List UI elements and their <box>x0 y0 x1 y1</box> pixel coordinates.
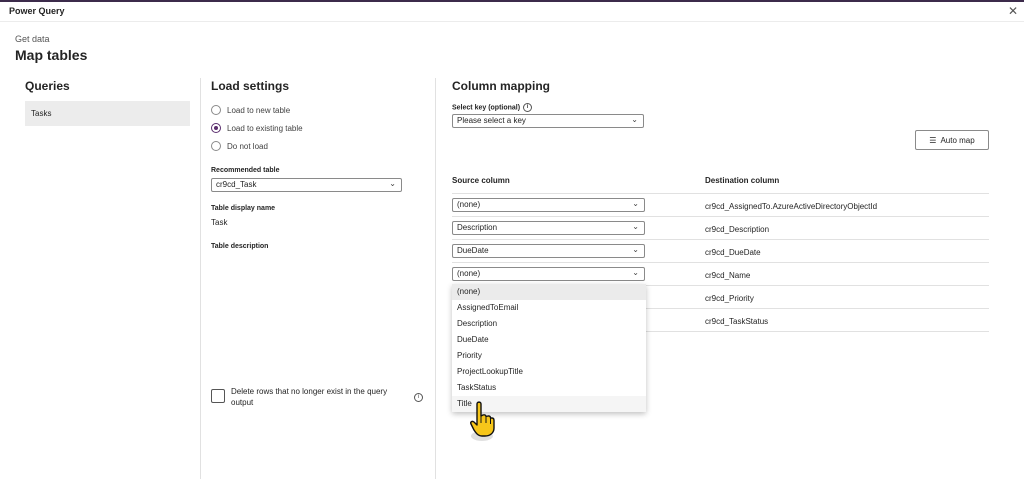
destination-column: cr9cd_TaskStatus <box>705 317 769 326</box>
chevron-down-icon: ⌄ <box>632 268 639 277</box>
delete-rows-label: Delete rows that no longer exist in the … <box>231 387 388 407</box>
destination-column: cr9cd_AssignedTo.AzureActiveDirectoryObj… <box>705 202 878 211</box>
app-title: Power Query <box>9 6 65 16</box>
source-select[interactable]: (none) ⌄ <box>452 198 645 212</box>
divider <box>200 78 201 479</box>
radio-label: Load to new table <box>227 105 291 115</box>
select-key-dropdown[interactable]: Please select a key ⌄ <box>452 114 644 128</box>
dropdown-option[interactable]: Priority <box>452 348 646 364</box>
radio-circle-selected[interactable] <box>211 123 221 133</box>
radio-circle[interactable] <box>211 141 221 151</box>
radio-load-existing[interactable]: Load to existing table <box>211 123 303 133</box>
chevron-down-icon: ⌄ <box>631 115 638 124</box>
destination-column: cr9cd_DueDate <box>705 248 761 257</box>
info-icon[interactable]: i <box>414 393 423 402</box>
row-divider <box>452 193 989 194</box>
info-icon[interactable]: i <box>523 103 533 112</box>
close-icon[interactable]: ✕ <box>1008 4 1018 18</box>
breadcrumb: Get data <box>15 34 50 44</box>
column-mapping-heading: Column mapping <box>452 79 550 93</box>
dropdown-option[interactable]: Description <box>452 316 646 332</box>
radio-label: Do not load <box>227 141 268 151</box>
select-value: cr9cd_Task <box>216 180 257 189</box>
query-item-tasks[interactable]: Tasks <box>25 101 190 126</box>
destination-column: cr9cd_Name <box>705 271 751 280</box>
dropdown-option[interactable]: TaskStatus <box>452 380 646 396</box>
queries-heading: Queries <box>25 79 70 93</box>
select-placeholder: Please select a key <box>457 116 526 125</box>
radio-label: Load to existing table <box>227 123 303 133</box>
recommended-table-select[interactable]: cr9cd_Task ⌄ <box>211 178 402 192</box>
hand-pointer-icon <box>470 401 495 441</box>
display-name-value: Task <box>211 218 228 227</box>
row-divider <box>452 216 989 217</box>
radio-circle[interactable] <box>211 105 221 115</box>
radio-load-new[interactable]: Load to new table <box>211 105 290 115</box>
source-select-value: Description <box>457 223 498 232</box>
auto-map-label: Auto map <box>940 135 975 145</box>
chevron-down-icon: ⌄ <box>632 245 639 254</box>
destination-column: cr9cd_Description <box>705 225 770 234</box>
list-icon: ☰ <box>929 135 937 145</box>
destination-column-header: Destination column <box>705 176 780 185</box>
dropdown-option[interactable]: ProjectLookupTitle <box>452 364 646 380</box>
destination-column: cr9cd_Priority <box>705 294 754 303</box>
row-divider <box>452 262 989 263</box>
source-select[interactable]: DueDate ⌄ <box>452 244 645 258</box>
display-name-label: Table display name <box>211 205 276 212</box>
source-select[interactable]: Description ⌄ <box>452 221 645 235</box>
source-select-value: (none) <box>457 200 481 209</box>
load-settings-heading: Load settings <box>211 79 290 93</box>
source-dropdown-list: (none) AssignedToEmail Description DueDa… <box>452 284 646 412</box>
chevron-down-icon: ⌄ <box>632 222 639 231</box>
dropdown-option[interactable]: AssignedToEmail <box>452 300 646 316</box>
auto-map-button[interactable]: ☰ Auto map <box>915 130 989 150</box>
select-key-text: Select key (optional) <box>452 104 521 112</box>
page-title: Map tables <box>15 47 88 63</box>
divider <box>435 78 436 479</box>
source-column-header: Source column <box>452 176 510 185</box>
dropdown-option[interactable]: DueDate <box>452 332 646 348</box>
dropdown-option[interactable]: (none) <box>452 284 646 300</box>
chevron-down-icon: ⌄ <box>632 199 639 208</box>
title-bar: Power Query ✕ <box>0 0 1024 22</box>
source-select-value: DueDate <box>457 246 489 255</box>
chevron-down-icon: ⌄ <box>389 179 396 188</box>
row-divider <box>452 239 989 240</box>
source-select-open[interactable]: (none) ⌄ <box>452 267 645 281</box>
source-select-value: (none) <box>457 269 481 278</box>
recommended-table-label: Recommended table <box>211 167 280 174</box>
select-key-label: Select key (optional) i <box>452 103 533 112</box>
delete-rows-checkbox[interactable] <box>211 389 225 403</box>
radio-do-not-load[interactable]: Do not load <box>211 141 268 151</box>
table-description-label: Table description <box>211 243 269 250</box>
